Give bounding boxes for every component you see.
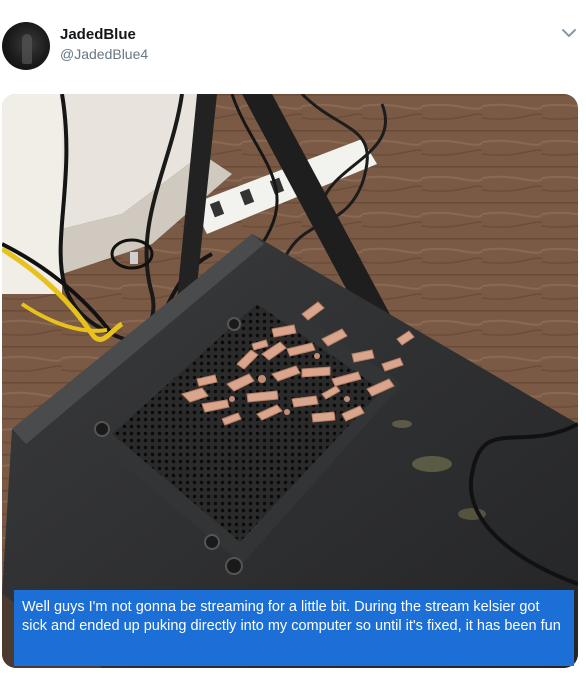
tweet-photo[interactable] (2, 94, 578, 668)
chevron-down-icon[interactable] (560, 24, 578, 42)
avatar[interactable] (2, 22, 50, 70)
user-handle[interactable]: @JadedBlue4 (60, 46, 148, 62)
display-name[interactable]: JadedBlue (60, 26, 136, 43)
tweet-text: Well guys I'm not gonna be streaming for… (14, 590, 574, 666)
